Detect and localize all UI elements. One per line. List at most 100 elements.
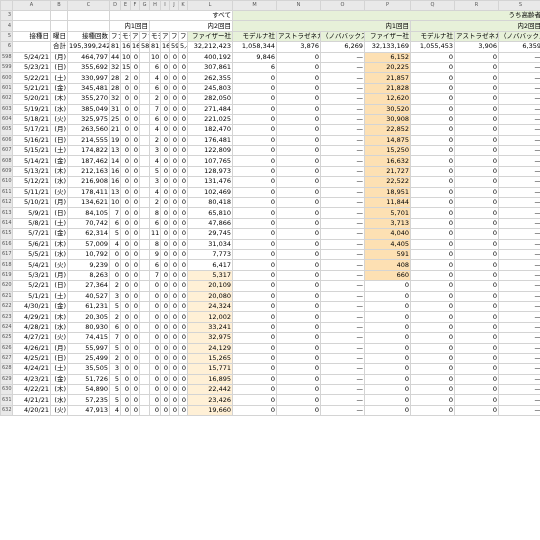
- data-cell[interactable]: —: [498, 165, 540, 178]
- data-cell[interactable]: 0: [276, 103, 321, 115]
- data-cell[interactable]: 4: [149, 186, 161, 199]
- data-cell[interactable]: 10: [109, 197, 121, 209]
- data-cell[interactable]: 0: [169, 248, 179, 261]
- data-cell[interactable]: —: [498, 155, 540, 167]
- data-cell[interactable]: 5/19/21: [12, 103, 51, 115]
- table-row[interactable]: 616 5/6/21 (木) 57,009 4 0 0 8 0 0 0 31,034 0 0—4,405 0…: [0, 238, 540, 251]
- data-cell[interactable]: 23,426: [187, 394, 233, 406]
- data-cell[interactable]: 0: [178, 113, 188, 126]
- data-cell[interactable]: 0: [454, 311, 499, 323]
- data-cell[interactable]: 0: [149, 404, 161, 417]
- data-cell[interactable]: 0: [454, 93, 499, 105]
- data-cell[interactable]: [139, 373, 150, 386]
- row-header[interactable]: 626: [0, 342, 13, 354]
- data-cell[interactable]: 122,809: [187, 145, 233, 157]
- data-cell[interactable]: (火): [50, 332, 68, 344]
- data-cell[interactable]: 0: [178, 124, 188, 136]
- data-cell[interactable]: 0: [169, 394, 179, 406]
- data-cell[interactable]: 0: [232, 300, 277, 313]
- data-cell[interactable]: 27,364: [67, 280, 110, 292]
- data-cell[interactable]: —: [320, 228, 365, 240]
- table-row[interactable]: 604 5/18/21 (火) 325,975 25 0 0 6 0 0 0 221,025 0 0—30…: [0, 113, 540, 126]
- column-title[interactable]: 接種日: [12, 30, 51, 43]
- data-cell[interactable]: 10: [149, 51, 161, 63]
- data-cell[interactable]: 0: [454, 176, 499, 188]
- data-cell[interactable]: —: [320, 165, 365, 178]
- data-cell[interactable]: 31: [109, 103, 121, 115]
- data-cell[interactable]: 0: [130, 134, 140, 147]
- data-cell[interactable]: 0: [120, 248, 131, 261]
- data-cell[interactable]: 0: [276, 290, 321, 302]
- data-cell[interactable]: 0: [178, 373, 188, 386]
- data-cell[interactable]: 0: [169, 197, 179, 209]
- total-cell[interactable]: 32,133,169: [364, 41, 411, 53]
- column-header[interactable]: B: [50, 0, 68, 11]
- column-header[interactable]: F: [130, 0, 140, 11]
- data-cell[interactable]: 4/30/21: [12, 300, 51, 313]
- column-header[interactable]: C: [67, 0, 110, 11]
- table-row[interactable]: 610 5/12/21 (水) 216,908 16 0 0 3 0 0 0 131,476 0 0—22…: [0, 176, 540, 188]
- column-title[interactable]: ファイザー社: [178, 30, 188, 43]
- table-row[interactable]: 6274/25/21(日)25,499200000015,26500—000—: [0, 352, 540, 365]
- data-cell[interactable]: 0: [178, 145, 188, 157]
- data-cell[interactable]: [139, 217, 150, 230]
- data-cell[interactable]: 0: [169, 269, 179, 282]
- data-cell[interactable]: 0: [178, 404, 188, 417]
- data-cell[interactable]: 0: [149, 352, 161, 365]
- data-cell[interactable]: 0: [410, 72, 455, 84]
- data-cell[interactable]: 62,314: [67, 228, 110, 240]
- data-cell[interactable]: 0: [410, 259, 455, 271]
- data-cell[interactable]: —: [320, 217, 365, 230]
- data-cell[interactable]: —: [498, 269, 540, 282]
- data-cell[interactable]: 0: [178, 217, 188, 230]
- data-cell[interactable]: 5/1/21: [12, 290, 51, 302]
- data-cell[interactable]: 0: [169, 155, 179, 167]
- table-row[interactable]: 601 5/21/21 (金) 345,481 28 0 0 6 0 0 0 245,803 0 0—21…: [0, 82, 540, 95]
- data-cell[interactable]: (火): [50, 113, 68, 126]
- table-row[interactable]: 598 5/24/21 (月) 464,797 44 10 0 10 0 0 0 400,192 9,8…: [0, 51, 540, 63]
- data-cell[interactable]: 182,470: [187, 124, 233, 136]
- data-cell[interactable]: (火): [50, 404, 68, 417]
- data-cell[interactable]: 0: [276, 134, 321, 147]
- data-cell[interactable]: 32: [109, 93, 121, 105]
- data-cell[interactable]: (金): [50, 300, 68, 313]
- data-cell[interactable]: —: [498, 93, 540, 105]
- row-header[interactable]: 619: [0, 269, 13, 282]
- data-cell[interactable]: 21,727: [364, 165, 411, 178]
- data-cell[interactable]: 0: [410, 384, 455, 396]
- data-cell[interactable]: 0: [169, 134, 179, 147]
- data-cell[interactable]: 0: [232, 93, 277, 105]
- total-cell[interactable]: 1,055,453: [410, 41, 455, 53]
- data-cell[interactable]: 0: [232, 186, 277, 199]
- data-cell[interactable]: 0: [178, 61, 188, 74]
- data-cell[interactable]: (金): [50, 155, 68, 167]
- data-cell[interactable]: [139, 384, 150, 396]
- data-cell[interactable]: 5/2/21: [12, 280, 51, 292]
- data-cell[interactable]: (月): [50, 51, 68, 63]
- data-cell[interactable]: 0: [130, 145, 140, 157]
- data-cell[interactable]: 0: [178, 384, 188, 396]
- column-header[interactable]: D: [109, 0, 121, 11]
- data-cell[interactable]: 0: [178, 342, 188, 354]
- data-cell[interactable]: 0: [120, 103, 131, 115]
- data-cell[interactable]: 5/11/21: [12, 186, 51, 199]
- data-cell[interactable]: 107,765: [187, 155, 233, 167]
- data-cell[interactable]: 0: [120, 207, 131, 219]
- data-cell[interactable]: 0: [130, 384, 140, 396]
- data-cell[interactable]: 0: [169, 332, 179, 344]
- data-cell[interactable]: —: [498, 134, 540, 147]
- data-cell[interactable]: 0: [364, 290, 411, 302]
- data-cell[interactable]: 0: [232, 394, 277, 406]
- data-cell[interactable]: 102,469: [187, 186, 233, 199]
- data-cell[interactable]: 0: [410, 404, 455, 417]
- data-cell[interactable]: 3: [149, 145, 161, 157]
- column-title[interactable]: アストラゼネカ社: [160, 30, 170, 43]
- data-cell[interactable]: (日): [50, 134, 68, 147]
- data-cell[interactable]: [139, 165, 150, 178]
- data-cell[interactable]: 0: [120, 259, 131, 271]
- data-cell[interactable]: 0: [120, 404, 131, 417]
- data-cell[interactable]: —: [320, 61, 365, 74]
- data-cell[interactable]: —: [498, 51, 540, 63]
- data-cell[interactable]: 35,505: [67, 363, 110, 375]
- subgroup-elderly-first[interactable]: 内1回目: [232, 20, 411, 32]
